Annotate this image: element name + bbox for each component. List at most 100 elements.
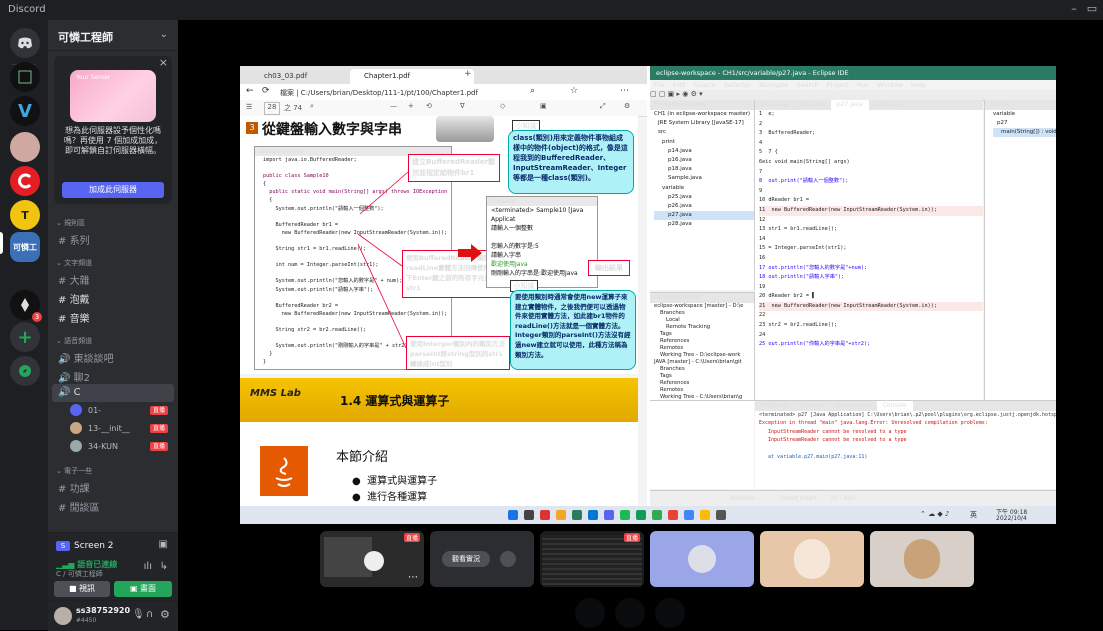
editor-tab[interactable]: p27.java xyxy=(830,100,869,110)
git-item[interactable]: Remotes xyxy=(654,345,754,352)
participant-tile[interactable] xyxy=(870,531,974,587)
menu-item[interactable]: Project xyxy=(827,81,849,89)
channel-item[interactable]: # 泡戴 xyxy=(58,291,90,306)
voice-user-name[interactable]: 34-KUN xyxy=(88,442,118,451)
channel-item[interactable]: # 閒談區 xyxy=(58,499,100,514)
voice-channel-current[interactable]: 🔊 C xyxy=(58,387,81,398)
channel-item[interactable]: # 功課 xyxy=(58,480,90,495)
category-text[interactable]: ⌄ 文字頻道 xyxy=(56,258,92,268)
server-icon-avatar[interactable] xyxy=(10,132,40,162)
bottom-tab[interactable]: Console xyxy=(876,401,913,411)
zoom-in-icon[interactable]: + xyxy=(408,102,414,110)
menu-item[interactable]: Search xyxy=(796,81,818,89)
screen-button[interactable]: ▣ 畫面 xyxy=(114,581,172,597)
zoom-out-icon[interactable]: — xyxy=(390,102,397,110)
ime-indicator[interactable]: 英 xyxy=(970,510,977,520)
outline-item[interactable]: variable xyxy=(993,110,1056,119)
git-tab[interactable]: Git Repositories xyxy=(650,293,754,303)
camera-button[interactable]: ■ 視訊 xyxy=(54,581,110,597)
tree-item[interactable]: src xyxy=(654,128,754,137)
more-icon[interactable]: ⋯ xyxy=(620,86,629,96)
draw-icon[interactable]: ∇ xyxy=(460,102,465,110)
search-icon[interactable] xyxy=(524,510,534,520)
git-item[interactable]: Working Tree - D:\eclipse-work xyxy=(654,352,754,359)
server-header[interactable]: 可憐工程師 ⌄ xyxy=(48,20,178,51)
git-item[interactable]: References xyxy=(654,338,754,345)
app-icon[interactable] xyxy=(700,510,710,520)
discord-icon[interactable] xyxy=(604,510,614,520)
folder-icon[interactable] xyxy=(556,510,566,520)
tree-item[interactable]: p18.java xyxy=(654,165,754,174)
tree-item[interactable]: CH1 (in eclipse-workspace master) xyxy=(654,110,754,119)
menu-icon[interactable]: ☰ xyxy=(246,103,252,111)
participant-tile[interactable] xyxy=(760,531,864,587)
app-icon[interactable] xyxy=(668,510,678,520)
menu-item[interactable]: Help xyxy=(911,81,926,89)
channel-item[interactable]: # 大雜 xyxy=(58,272,90,287)
tree-item[interactable]: p25.java xyxy=(654,193,754,202)
outline-item[interactable]: p27 xyxy=(993,119,1056,128)
editor-tab[interactable]: p28.java xyxy=(869,100,907,110)
menu-item[interactable]: File xyxy=(654,81,665,89)
tree-item[interactable]: p16.java xyxy=(654,156,754,165)
bottom-tab[interactable]: Javadoc xyxy=(795,401,830,411)
avatar[interactable] xyxy=(54,607,72,625)
git-item[interactable]: Remote Tracking xyxy=(654,324,754,331)
expand-icon[interactable]: ⤢ xyxy=(600,102,606,111)
avatar[interactable] xyxy=(70,404,82,416)
discord-home-icon[interactable] xyxy=(10,28,40,58)
camera-toggle-icon[interactable] xyxy=(575,598,605,628)
tree-item[interactable]: p14.java xyxy=(654,147,754,156)
start-icon[interactable] xyxy=(508,510,518,520)
outline-tab[interactable]: Outline xyxy=(985,100,1056,110)
tree-item[interactable]: p28.java xyxy=(654,220,754,229)
tree-item[interactable]: print xyxy=(654,138,754,147)
close-icon[interactable]: × xyxy=(159,56,168,69)
category-forum[interactable]: ⌄ 電子一些 xyxy=(56,466,92,476)
git-item[interactable]: Branches xyxy=(654,310,754,317)
avatar[interactable] xyxy=(70,440,82,452)
app-icon[interactable] xyxy=(652,510,662,520)
server-icon-v[interactable]: V xyxy=(10,96,40,126)
search-icon[interactable]: ⌕ xyxy=(310,102,314,111)
shared-screen[interactable]: ch03_03.pdf Chapter1.pdf + ← ⟳ 檔案 | C:/U… xyxy=(240,66,1056,524)
server-icon-c[interactable] xyxy=(10,166,40,196)
participant-tile[interactable] xyxy=(650,531,754,587)
tree-item[interactable]: p27.java xyxy=(654,211,754,221)
git-item[interactable]: JAVA [master] - C:\Users\brian\git xyxy=(654,359,754,366)
app-icon[interactable] xyxy=(636,510,646,520)
boost-server-button[interactable]: 加成此伺服器 xyxy=(62,182,164,198)
gear-icon[interactable]: ⚙ xyxy=(160,608,170,621)
page-number-input[interactable]: 28 xyxy=(264,102,280,115)
save-icon[interactable]: ▣ xyxy=(540,102,547,110)
back-icon[interactable]: ← xyxy=(246,86,254,96)
avatar[interactable] xyxy=(70,422,82,434)
menu-item[interactable]: Window xyxy=(877,81,903,89)
window-menu-icon[interactable]: ▭ xyxy=(1083,2,1101,15)
microphone-icon[interactable]: 🎙 xyxy=(132,609,145,620)
channel-item[interactable]: # 音樂 xyxy=(58,310,90,325)
edge-icon[interactable] xyxy=(588,510,598,520)
minimize-icon[interactable]: – xyxy=(1065,2,1083,15)
voice-channel-item[interactable]: 🔊 聊2 xyxy=(58,369,90,384)
menu-item[interactable]: Navigate xyxy=(759,81,788,89)
browser-tab-active[interactable]: Chapter1.pdf xyxy=(350,69,474,84)
headphones-icon[interactable]: ∩ xyxy=(146,609,153,620)
app-icon[interactable] xyxy=(684,510,694,520)
menu-item[interactable]: Refactor xyxy=(724,81,751,89)
app-icon[interactable] xyxy=(716,510,726,520)
tree-item[interactable]: variable xyxy=(654,184,754,193)
server-icon-current[interactable]: 可憐工 xyxy=(10,232,40,262)
erase-icon[interactable]: ◇ xyxy=(500,102,505,110)
disconnect-icon[interactable]: ↳ xyxy=(160,561,168,572)
more-icon[interactable]: ⋯ xyxy=(408,572,418,583)
screen-share-toggle-icon[interactable] xyxy=(615,598,645,628)
package-explorer-tab[interactable]: Package Explorer xyxy=(650,100,754,110)
app-icon[interactable] xyxy=(620,510,630,520)
participant-tile[interactable]: 觀看實況 xyxy=(430,531,534,587)
popout-icon[interactable]: ▣ xyxy=(159,539,168,550)
outline-item[interactable]: main(String[]) : void xyxy=(993,128,1056,137)
watch-stream-button[interactable]: 觀看實況 xyxy=(442,551,490,567)
bottom-tab[interactable]: Problems xyxy=(755,401,795,411)
explore-icon[interactable] xyxy=(10,356,40,386)
